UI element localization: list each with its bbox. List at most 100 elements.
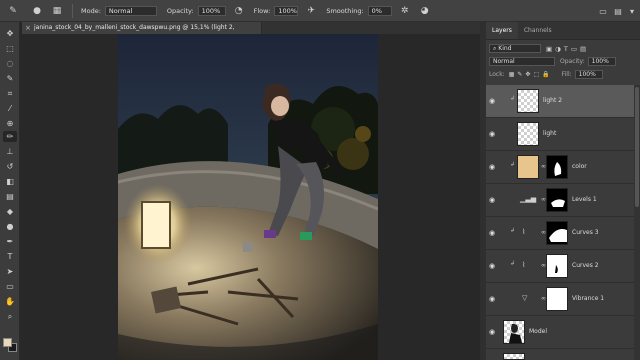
canvas-area[interactable] bbox=[21, 34, 480, 360]
smart-object-filter-icon[interactable]: ▤ bbox=[580, 45, 586, 53]
visibility-eye-icon[interactable]: ◉ bbox=[489, 130, 497, 138]
filter-kind-select[interactable]: ⌕ Kind bbox=[489, 44, 541, 53]
move-icon[interactable]: ✥ bbox=[3, 28, 17, 39]
adjustment-filter-icon[interactable]: ◑ bbox=[555, 45, 561, 53]
layer-mask-thumbnail bbox=[546, 155, 568, 179]
model-thumbnail-figure bbox=[509, 323, 522, 343]
healing-icon[interactable]: ⊕ bbox=[3, 118, 17, 129]
brush-icon[interactable]: ✏ bbox=[3, 131, 17, 142]
filter-icons: ▣ ◑ T ▭ ▤ bbox=[546, 45, 586, 53]
shape-filter-icon[interactable]: ▭ bbox=[571, 45, 577, 53]
opacity-field[interactable]: 100% bbox=[197, 5, 226, 16]
visibility-eye-icon[interactable]: ◉ bbox=[489, 295, 497, 303]
flow-field[interactable]: 100% bbox=[274, 5, 299, 16]
flow-label: Flow: bbox=[253, 6, 271, 15]
visibility-eye-icon[interactable]: ◉ bbox=[489, 328, 497, 336]
lock-all-icon[interactable]: 🔒 bbox=[542, 71, 549, 78]
brush-panel-icon[interactable]: ▦ bbox=[50, 4, 64, 18]
blend-mode-select[interactable]: Normal bbox=[489, 57, 555, 66]
rectangle-icon[interactable]: ▭ bbox=[3, 281, 17, 292]
brush-size-icon[interactable]: ● bbox=[30, 4, 44, 18]
document-image[interactable] bbox=[118, 34, 378, 360]
smoothing-label: Smoothing: bbox=[326, 6, 364, 15]
smoothing-field[interactable]: 0% bbox=[367, 5, 392, 16]
clip-arrow-icon: ↲ bbox=[510, 260, 516, 267]
marquee-icon[interactable]: ⬚ bbox=[3, 43, 17, 54]
clip-arrow-icon: ↲ bbox=[510, 227, 516, 234]
clip-arrow-icon: ↲ bbox=[510, 161, 516, 168]
layer-row[interactable] bbox=[486, 349, 634, 360]
tools-panel: ✥ ⬚ ◌ ✎ ⌗ ⁄ ⊕ ✏ ⊥ ↺ ◧ ▤ ◆ ● ✒ T ➤ ▭ ✋ ⌕ bbox=[0, 22, 20, 360]
mode-label: Mode: bbox=[81, 6, 101, 15]
visibility-eye-icon[interactable]: ◉ bbox=[489, 163, 497, 171]
path-select-icon[interactable]: ➤ bbox=[3, 266, 17, 277]
pixel-filter-icon[interactable]: ▣ bbox=[546, 45, 552, 53]
stamp-icon[interactable]: ⊥ bbox=[3, 146, 17, 157]
fill-field[interactable]: 100% bbox=[574, 70, 603, 79]
scrollbar-thumb[interactable] bbox=[635, 87, 639, 207]
layers-scrollbar[interactable] bbox=[634, 85, 640, 360]
smoothing-settings-icon[interactable]: ✲ bbox=[398, 4, 412, 18]
type-filter-icon[interactable]: T bbox=[564, 45, 568, 53]
pressure-opacity-icon[interactable]: ◔ bbox=[232, 4, 246, 18]
layer-row[interactable]: ◉ ↲ ⌇ ∞ Curves 2 bbox=[486, 250, 634, 283]
layer-mask-thumbnail bbox=[546, 287, 568, 311]
visibility-eye-icon[interactable]: ◉ bbox=[489, 97, 497, 105]
lock-image-icon[interactable]: ✎ bbox=[517, 71, 522, 78]
layer-mask-thumbnail bbox=[546, 221, 568, 245]
quick-select-icon[interactable]: ✎ bbox=[3, 73, 17, 84]
gradient-icon[interactable]: ▤ bbox=[3, 191, 17, 202]
layer-opacity-field[interactable]: 100% bbox=[587, 57, 616, 66]
pressure-size-icon[interactable]: ◕ bbox=[418, 4, 432, 18]
dodge-icon[interactable]: ● bbox=[3, 221, 17, 232]
lock-row: Lock: ▦ ✎ ✥ ⬚ 🔒 Fill: 100% bbox=[486, 68, 640, 81]
layer-row[interactable]: ◉ ↲ ∞ color bbox=[486, 151, 634, 184]
layer-row[interactable]: ◉ Model bbox=[486, 316, 634, 349]
tab-layers[interactable]: Layers bbox=[486, 22, 518, 39]
type-icon[interactable]: T bbox=[3, 251, 17, 262]
pen-icon[interactable]: ✒ bbox=[3, 236, 17, 247]
layer-row[interactable]: ◉ ↲ light 2 bbox=[486, 85, 634, 118]
layer-name: Levels 1 bbox=[572, 196, 597, 203]
tab-channels[interactable]: Channels bbox=[518, 22, 558, 39]
close-window-icon[interactable]: ▭ bbox=[597, 5, 609, 17]
blur-icon[interactable]: ◆ bbox=[3, 206, 17, 217]
photo-composite bbox=[118, 34, 378, 360]
photoshop-window: ✎ ● ▦ Mode: Normal Opacity: 100% ◔ Flow:… bbox=[0, 0, 640, 360]
crop-icon[interactable]: ⌗ bbox=[3, 88, 17, 99]
hand-icon[interactable]: ✋ bbox=[3, 296, 17, 307]
visibility-eye-icon[interactable]: ◉ bbox=[489, 196, 497, 204]
document-tab-bar: × janina_stock_04_by_malleni_stock_dawsp… bbox=[22, 22, 480, 34]
eraser-icon[interactable]: ◧ bbox=[3, 176, 17, 187]
lasso-icon[interactable]: ◌ bbox=[3, 58, 17, 69]
lock-transparent-icon[interactable]: ▦ bbox=[509, 71, 515, 78]
mode-select[interactable]: Normal bbox=[104, 5, 157, 16]
close-tab-icon[interactable]: × bbox=[25, 22, 31, 34]
layer-row[interactable]: ◉ ↲ ⌇ ∞ Curves 3 bbox=[486, 217, 634, 250]
brush-tool-preset-icon[interactable]: ✎ bbox=[6, 4, 20, 18]
layer-row[interactable]: ◉ ▁▃▅ ∞ Levels 1 bbox=[486, 184, 634, 217]
layer-name: Model bbox=[529, 328, 548, 335]
filter-row: ⌕ Kind ▣ ◑ T ▭ ▤ bbox=[486, 42, 640, 55]
options-bar: ✎ ● ▦ Mode: Normal Opacity: 100% ◔ Flow:… bbox=[0, 0, 640, 22]
arrange-icon[interactable]: ▤ bbox=[612, 5, 624, 17]
zoom-icon[interactable]: ⌕ bbox=[3, 311, 17, 322]
document-tab[interactable]: × janina_stock_04_by_malleni_stock_dawsp… bbox=[22, 22, 262, 34]
lock-position-icon[interactable]: ✥ bbox=[525, 71, 530, 78]
history-brush-icon[interactable]: ↺ bbox=[3, 161, 17, 172]
layer-row[interactable]: ◉ ▽ ∞ Vibrance 1 bbox=[486, 283, 634, 316]
layer-row[interactable]: ◉ light bbox=[486, 118, 634, 151]
airbrush-icon[interactable]: ✈ bbox=[304, 4, 318, 18]
layer-thumbnail bbox=[517, 122, 539, 146]
mask-shape bbox=[551, 199, 565, 207]
visibility-eye-icon[interactable]: ◉ bbox=[489, 262, 497, 270]
curves-adjustment-icon: ⌇ bbox=[522, 228, 526, 236]
clip-arrow-icon: ↲ bbox=[510, 95, 516, 102]
eyedropper-icon[interactable]: ⁄ bbox=[3, 103, 17, 114]
layer-thumbnail bbox=[503, 353, 525, 360]
blend-row: Normal Opacity: 100% bbox=[486, 55, 640, 68]
lock-artboard-icon[interactable]: ⬚ bbox=[533, 71, 539, 78]
visibility-eye-icon[interactable]: ◉ bbox=[489, 229, 497, 237]
foreground-color-swatch[interactable] bbox=[3, 338, 12, 347]
workspace-icon[interactable]: ▾ bbox=[626, 5, 638, 17]
